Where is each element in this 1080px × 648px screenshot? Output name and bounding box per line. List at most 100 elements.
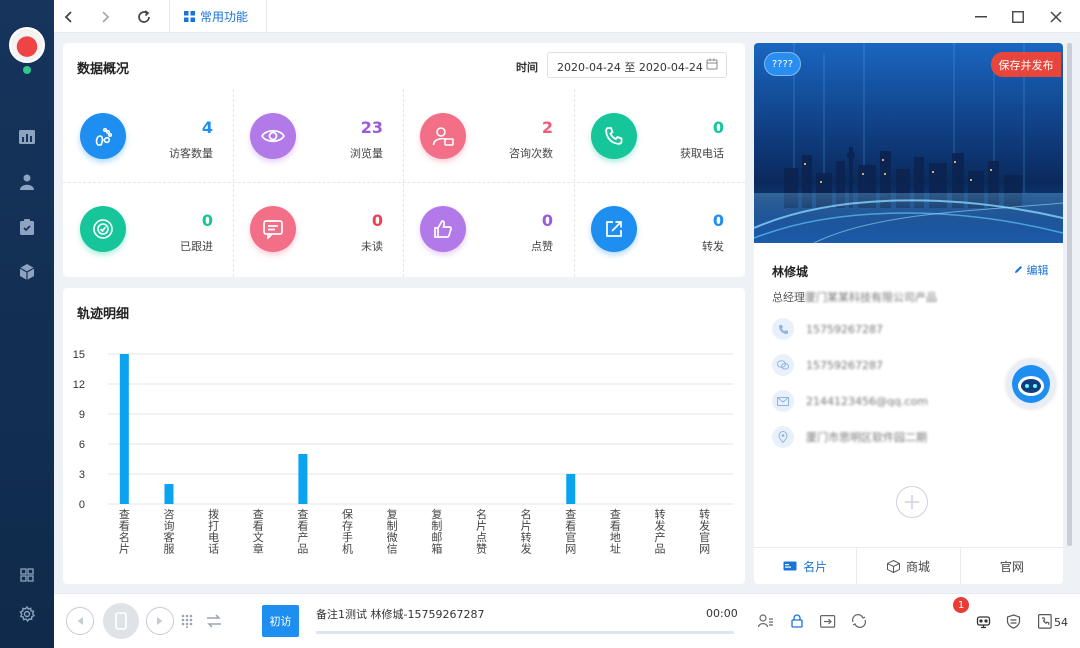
card-tag-badge[interactable]: ???? (764, 52, 801, 76)
save-and-publish-button[interactable]: 保存并发布 (991, 52, 1061, 77)
sidebar-tasks-icon[interactable] (17, 217, 37, 237)
call-progress-bar[interactable] (316, 631, 734, 634)
date-range-value: 2020-04-24 至 2020-04-24 (557, 61, 703, 74)
edit-button[interactable]: 编辑 (1014, 262, 1049, 278)
stat-label: 咨询次数 (509, 147, 553, 160)
stat-label: 未读 (361, 240, 383, 253)
stat-label: 点赞 (531, 240, 553, 253)
lock-icon[interactable] (788, 612, 806, 630)
chart-bar (298, 454, 308, 504)
call-time: 00:00 (706, 607, 738, 620)
location-icon (772, 426, 794, 448)
stat-tile-2[interactable]: 2 咨询次数 (403, 90, 573, 182)
back-icon[interactable] (60, 8, 78, 26)
robot-icon[interactable] (974, 612, 992, 630)
minimize-icon[interactable] (972, 8, 990, 26)
card-phone-value: 15759267287 (806, 322, 883, 336)
stat-tile-7[interactable]: 0 转发 (574, 183, 744, 275)
x-tick-label: 咨询客服 (163, 507, 174, 556)
date-range-picker[interactable]: 2020-04-24 至 2020-04-24 (547, 52, 727, 78)
sync-icon[interactable] (850, 612, 868, 630)
stat-value: 0 (201, 211, 213, 230)
x-tick-label: 查看文章 (253, 507, 264, 556)
stat-label: 获取电话 (680, 147, 724, 160)
notification-badge: 1 (953, 597, 969, 613)
export-icon[interactable] (819, 612, 837, 630)
stat-value: 2 (541, 118, 553, 137)
dialpad-icon[interactable] (180, 613, 194, 629)
x-tick-label: 名片转发 (521, 507, 532, 556)
add-button[interactable] (896, 486, 928, 518)
card-wechat-value: 15759267287 (806, 358, 883, 372)
card-email-row[interactable]: 2144123456@qq.com (772, 390, 928, 412)
card-scrollbar[interactable] (1067, 43, 1072, 546)
card-name: 林修城 (772, 265, 809, 279)
maximize-icon[interactable] (1009, 8, 1027, 26)
wechat-icon (772, 354, 794, 376)
tab-common-functions[interactable]: 常用功能 (184, 8, 248, 25)
sidebar-product-icon[interactable] (17, 262, 37, 282)
assistant-robot-icon[interactable] (1006, 359, 1056, 409)
sidebar-apps-icon[interactable] (17, 565, 37, 585)
grid-icon (184, 11, 195, 22)
tab-divider (169, 0, 170, 33)
stat-value: 0 (712, 118, 724, 137)
first-visit-button[interactable]: 初访 (262, 605, 299, 637)
stat-tile-4[interactable]: 0 已跟进 (63, 183, 233, 275)
x-tick-label: 查看地址 (610, 507, 621, 556)
forward-icon[interactable] (96, 8, 114, 26)
track-detail-panel: 轨迹明细 0 3 6 9 12 15 查看名片 咨询客服 拨打电话 查看文章 查看产品 保存手机 复制微… (63, 288, 745, 584)
tab-website[interactable]: 官网 (961, 548, 1063, 584)
user-avatar[interactable] (9, 27, 45, 63)
card-address-row[interactable]: 厦门市思明区软件园二期 (772, 426, 927, 448)
tab-website-label: 官网 (999, 559, 1024, 574)
sidebar-stats-icon[interactable] (17, 127, 37, 147)
handset-icon[interactable] (103, 603, 139, 639)
sidebar-settings-icon[interactable] (17, 604, 37, 624)
y-tick-label: 9 (79, 409, 85, 421)
plus-icon (905, 495, 919, 509)
stat-tile-0[interactable]: 4 访客数量 (63, 90, 233, 182)
overview-title: 数据概况 (77, 62, 130, 77)
stat-value: 23 (360, 118, 383, 137)
time-label: 时间 (516, 61, 538, 74)
stat-tile-3[interactable]: 0 获取电话 (574, 90, 744, 182)
stat-value: 4 (201, 118, 213, 137)
tab-mall[interactable]: 商城 (857, 548, 961, 584)
thumbs-up-icon (420, 206, 466, 252)
card-address-value: 厦门市思明区软件园二期 (806, 431, 927, 444)
next-icon[interactable] (146, 607, 174, 635)
business-card-panel: ???? 保存并发布 林修城 编辑 总经理厦门某某科技有限公司产品 157592… (754, 43, 1063, 584)
shield-icon[interactable] (1004, 612, 1022, 630)
contact-list-icon[interactable] (757, 612, 775, 630)
card-job-title: 总经理厦门某某科技有限公司产品 (772, 291, 937, 304)
x-tick-label: 名片点赞 (476, 507, 487, 556)
track-bar-chart: 0 3 6 9 12 15 查看名片 咨询客服 拨打电话 查看文章 查看产品 保存手机 复制微信 复制邮箱… (73, 349, 733, 556)
card-phone-row[interactable]: 15759267287 (772, 318, 883, 340)
stat-tile-1[interactable]: 23 浏览量 (233, 90, 403, 182)
close-icon[interactable] (1047, 8, 1065, 26)
previous-icon[interactable] (66, 607, 94, 635)
x-tick-label: 查看名片 (119, 507, 130, 556)
y-tick-label: 15 (73, 349, 85, 361)
stat-tile-5[interactable]: 0 未读 (233, 183, 403, 275)
transfer-icon[interactable] (205, 612, 223, 630)
tab-card-label: 名片 (803, 559, 828, 574)
chart-bar (566, 474, 576, 504)
y-tick-label: 3 (79, 469, 85, 481)
card-banner-image: ???? 保存并发布 (754, 43, 1063, 243)
mail-icon (772, 390, 794, 412)
stat-label: 已跟进 (180, 240, 213, 253)
refresh-icon[interactable] (135, 8, 153, 26)
sidebar-contacts-icon[interactable] (17, 172, 37, 192)
tab-card[interactable]: 名片 (754, 548, 858, 584)
user-chat-icon (420, 113, 466, 159)
y-tick-label: 12 (73, 379, 85, 391)
y-tick-label: 6 (79, 439, 85, 451)
edit-label: 编辑 (1026, 264, 1049, 277)
calendar-icon (706, 58, 718, 73)
card-wechat-row[interactable]: 15759267287 (772, 354, 883, 376)
x-tick-label: 转发官网 (699, 507, 710, 556)
call-log-icon[interactable] (1036, 612, 1054, 630)
stat-tile-6[interactable]: 0 点赞 (403, 183, 573, 275)
